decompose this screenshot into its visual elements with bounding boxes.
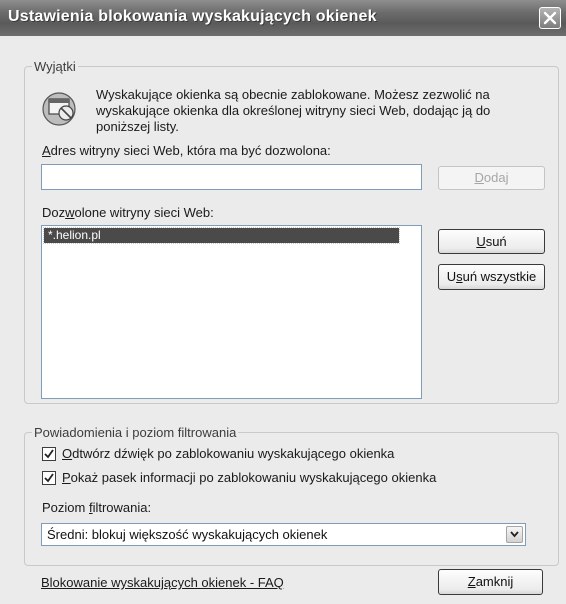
notifications-legend: Powiadomienia i poziom filtrowania [34, 425, 237, 440]
popup-blocker-icon [40, 88, 80, 128]
close-x-icon [543, 11, 557, 25]
filter-level-select[interactable]: Średni: blokuj większość wyskakujących o… [41, 523, 526, 546]
window-title: Ustawienia blokowania wyskakujących okie… [8, 8, 377, 25]
infobar-checkbox[interactable] [42, 471, 56, 485]
infobar-checkbox-label[interactable]: Pokaż pasek informacji po zablokowaniu w… [62, 470, 436, 485]
address-input[interactable] [41, 164, 422, 190]
checkmark-icon [44, 449, 54, 459]
info-text-line1: Wyskakujące okienka są obecnie zablokowa… [96, 87, 490, 102]
add-button[interactable]: Dodaj [438, 166, 545, 190]
address-label: Adres witryny sieci Web, która ma być do… [42, 143, 331, 158]
close-button[interactable]: Zamknij [438, 569, 543, 595]
allowed-sites-list[interactable]: *.helion.pl [41, 225, 422, 399]
remove-all-button[interactable]: Usuń wszystkie [438, 264, 545, 290]
filter-level-value: Średni: blokuj większość wyskakujących o… [47, 527, 328, 542]
sound-checkbox[interactable] [42, 447, 56, 461]
checkmark-icon [44, 473, 54, 483]
allowed-site-item[interactable]: *.helion.pl [43, 227, 400, 244]
dropdown-button[interactable] [506, 526, 523, 543]
dialog-body: Wyjątki Wyskakujące okienka są obecnie z… [0, 36, 566, 604]
info-text-line3: poniższej listy. [96, 119, 179, 134]
chevron-down-icon [510, 531, 519, 538]
info-text-line2: wyskakujące okienka dla określonej witry… [96, 103, 491, 118]
filter-level-label: Poziom filtrowania: [42, 500, 152, 515]
close-window-button[interactable] [539, 7, 561, 29]
title-bar[interactable]: Ustawienia blokowania wyskakujących okie… [0, 0, 566, 36]
remove-button[interactable]: Usuń [438, 229, 545, 254]
sound-checkbox-label[interactable]: Odtwórz dźwięk po zablokowaniu wyskakują… [62, 446, 394, 461]
faq-link[interactable]: Blokowanie wyskakujących okienek - FAQ [41, 575, 284, 590]
allowed-sites-label: Dozwolone witryny sieci Web: [42, 205, 214, 220]
exceptions-legend: Wyjątki [34, 59, 76, 74]
